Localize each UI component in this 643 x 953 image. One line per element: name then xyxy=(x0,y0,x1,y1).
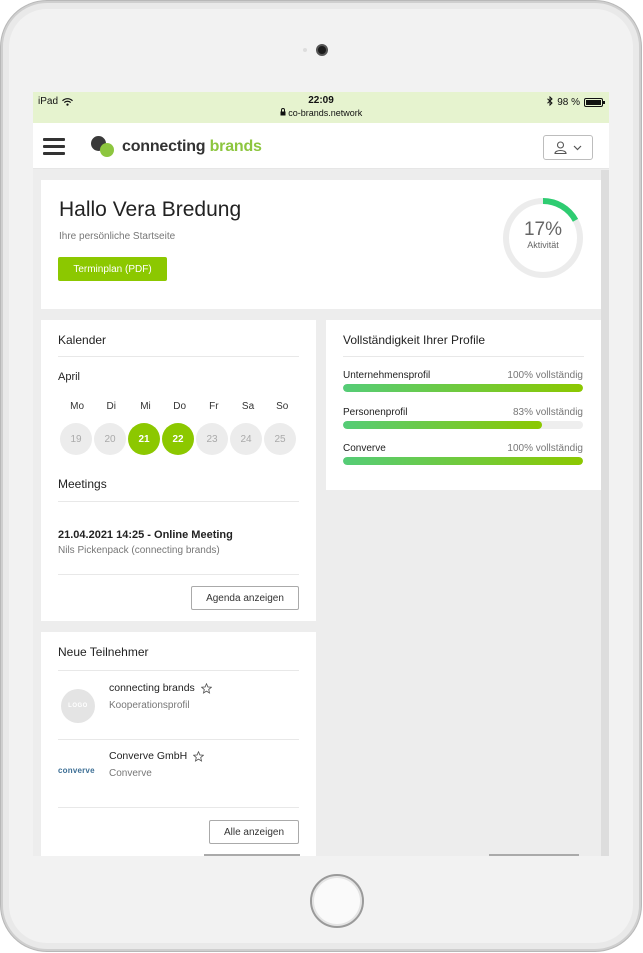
battery-level xyxy=(586,100,601,105)
weekday-label: Fr xyxy=(209,401,219,412)
bluetooth-icon xyxy=(547,95,553,109)
profile-row[interactable]: Unternehmensprofil 100% vollständig xyxy=(343,370,583,392)
card-edge xyxy=(489,854,579,856)
activity-readout: 17% Aktivität xyxy=(502,219,584,250)
status-bar: iPad 22:09 co-brands.network 98 % xyxy=(33,92,609,123)
profile-status: 83% vollständig xyxy=(512,407,583,418)
agenda-button[interactable]: Agenda anzeigen xyxy=(191,586,299,610)
navbar: connecting brands xyxy=(33,123,609,169)
chevron-down-icon xyxy=(573,145,582,150)
calendar-title: Kalender xyxy=(58,333,107,347)
calendar-day[interactable]: 23 xyxy=(196,423,228,455)
weekday-label: Di xyxy=(106,401,116,412)
weekday-label: Mo xyxy=(70,401,85,412)
profile-label: Converve xyxy=(343,443,386,454)
divider xyxy=(58,739,299,740)
star-icon[interactable] xyxy=(193,750,205,762)
calendar-day[interactable]: 21 xyxy=(128,423,160,455)
camera-icon xyxy=(316,44,328,56)
show-all-button[interactable]: Alle anzeigen xyxy=(209,820,299,844)
user-icon xyxy=(554,141,567,154)
weekday-label: Mi xyxy=(140,401,151,412)
menu-icon[interactable] xyxy=(43,138,65,155)
calendar-day[interactable]: 24 xyxy=(230,423,262,455)
new-participants-card: Neue Teilnehmer LOGO connecting brands K… xyxy=(41,632,316,856)
company-logo-placeholder: LOGO xyxy=(61,689,95,723)
lock-icon xyxy=(280,108,289,118)
progress-fill xyxy=(343,457,583,465)
calendar-day[interactable]: 25 xyxy=(264,423,296,455)
profile-status: 100% vollständig xyxy=(507,370,583,381)
url-text: co-brands.network xyxy=(288,108,363,118)
progress-fill xyxy=(343,421,543,429)
weekday-header: Mo Di Mi Do Fr Sa So xyxy=(60,401,299,412)
user-menu-button[interactable] xyxy=(543,135,593,160)
calendar-day[interactable]: 19 xyxy=(60,423,92,455)
brand-name: connecting brands xyxy=(122,138,262,155)
new-participants-title: Neue Teilnehmer xyxy=(58,645,149,659)
calendar-card: Kalender April Mo Di Mi Do Fr Sa So 19 2… xyxy=(41,320,316,621)
welcome-card: Hallo Vera Bredung Ihre persönliche Star… xyxy=(41,180,601,309)
brand-logo[interactable]: connecting brands xyxy=(91,135,262,159)
converve-logo: converve xyxy=(58,766,95,775)
scrollbar[interactable] xyxy=(601,170,609,856)
calendar-day[interactable]: 22 xyxy=(162,423,194,455)
sensor-dot xyxy=(303,48,307,52)
schedule-pdf-button[interactable]: Terminplan (PDF) xyxy=(58,257,167,281)
weekday-label: Do xyxy=(173,401,187,412)
profile-row[interactable]: Personenprofil 83% vollständig xyxy=(343,407,583,429)
url-bar[interactable]: co-brands.network xyxy=(33,108,609,118)
page-subtitle: Ihre persönliche Startseite xyxy=(59,231,176,242)
star-icon[interactable] xyxy=(200,682,212,694)
profile-completeness-title: Vollständigkeit Ihrer Profile xyxy=(343,333,486,347)
divider xyxy=(58,670,299,671)
progress-fill xyxy=(343,384,583,392)
activity-percent: 17% xyxy=(523,219,563,240)
page-title: Hallo Vera Bredung xyxy=(59,198,242,221)
home-button[interactable] xyxy=(310,874,364,928)
weekday-label: So xyxy=(276,401,289,412)
profile-label: Personenprofil xyxy=(343,407,408,418)
meetings-title: Meetings xyxy=(58,477,107,491)
profile-row[interactable]: Converve 100% vollständig xyxy=(343,443,583,465)
logo-mark-icon xyxy=(91,135,117,159)
participant-name[interactable]: connecting brands xyxy=(109,682,212,694)
calendar-day[interactable]: 20 xyxy=(94,423,126,455)
progress-track xyxy=(343,421,583,429)
divider xyxy=(58,807,299,808)
battery-icon xyxy=(584,98,605,107)
calendar-days: 19 20 21 22 23 24 25 xyxy=(60,423,296,455)
screen: iPad 22:09 co-brands.network 98 % connec… xyxy=(33,92,609,856)
card-edge xyxy=(204,854,300,856)
divider xyxy=(58,356,299,357)
progress-track xyxy=(343,384,583,392)
meeting-title[interactable]: 21.04.2021 14:25 - Online Meeting xyxy=(58,529,233,541)
participant-name[interactable]: Converve GmbH xyxy=(109,750,205,762)
progress-track xyxy=(343,457,583,465)
profile-label: Unternehmensprofil xyxy=(343,370,431,381)
divider xyxy=(343,356,584,357)
meeting-participants: Nils Pickenpack (connecting brands) xyxy=(58,545,220,556)
activity-label: Aktivität xyxy=(527,240,559,250)
profile-completeness-card: Vollständigkeit Ihrer Profile Unternehme… xyxy=(326,320,601,490)
divider xyxy=(58,501,299,502)
divider xyxy=(58,574,299,575)
profile-status: 100% vollständig xyxy=(507,443,583,454)
clock: 22:09 xyxy=(308,95,334,106)
weekday-label: Sa xyxy=(241,401,255,412)
battery-text: 98 % xyxy=(557,97,580,108)
calendar-month: April xyxy=(58,371,81,383)
participant-profile-type: Converve xyxy=(109,768,152,779)
participant-profile-type: Kooperationsprofil xyxy=(109,700,190,711)
